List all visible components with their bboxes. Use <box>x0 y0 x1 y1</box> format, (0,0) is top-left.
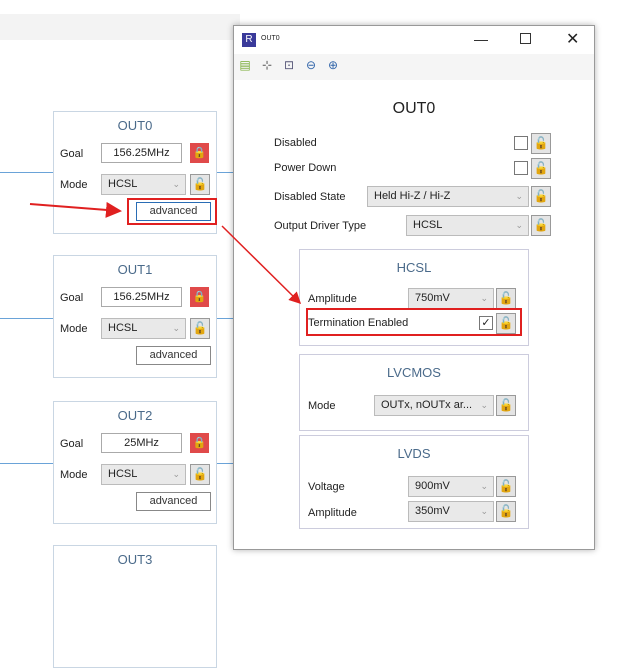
arrow-to-advanced <box>29 201 122 218</box>
annotation-arrows <box>29 201 302 305</box>
arrow-to-termination <box>221 225 302 305</box>
